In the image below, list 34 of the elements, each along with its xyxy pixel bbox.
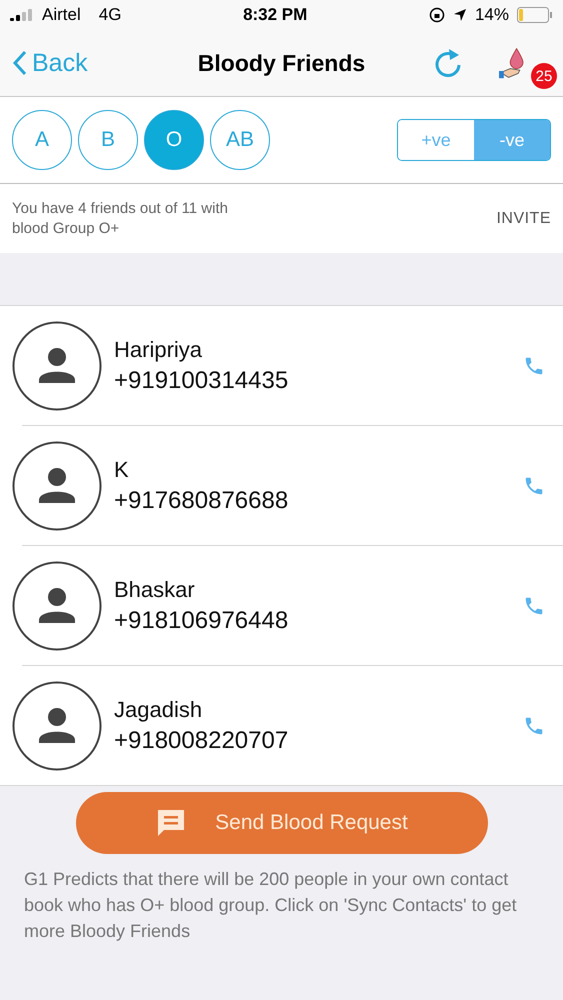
avatar-icon xyxy=(12,680,102,770)
back-button[interactable]: Back xyxy=(12,48,88,78)
blood-group-button[interactable]: AB xyxy=(210,110,270,170)
phone-number: +919100314435 xyxy=(114,366,288,394)
battery-icon xyxy=(516,7,553,23)
prediction-note: G1 Predicts that there will be 200 people in your own contact book who has O+ blood group. Click on 'Sync Contacts' to get more Bloody Friends xyxy=(24,868,518,943)
rh-factor-tab[interactable]: -ve xyxy=(474,120,550,160)
rotation-lock-icon xyxy=(428,7,445,23)
friend-name: Jagadish xyxy=(114,696,204,722)
clock: 8:32 PM xyxy=(243,5,308,25)
chevron-left-icon xyxy=(12,50,28,76)
friend-name: Bhaskar xyxy=(114,576,196,602)
blood-group-button[interactable]: O xyxy=(144,110,204,170)
battery-percentage: 14% xyxy=(474,5,509,25)
refresh-button[interactable] xyxy=(433,47,463,79)
friend-name: Haripriya xyxy=(114,336,204,362)
friend-name: K xyxy=(114,456,130,482)
phone-number: +918106976448 xyxy=(114,606,288,634)
notification-badge: 25 xyxy=(531,63,557,89)
phone-number: +917680876688 xyxy=(114,486,288,514)
signal-icon xyxy=(10,9,34,21)
send-request-button[interactable]: Send Blood Request xyxy=(76,792,488,854)
network-type: 4G xyxy=(98,5,122,25)
location-arrow-icon xyxy=(452,8,467,22)
avatar-icon xyxy=(12,320,102,410)
invite-button[interactable]: INVITE xyxy=(496,210,551,228)
blood-group-button[interactable]: B xyxy=(78,110,138,170)
avatar-icon xyxy=(12,440,102,530)
phone-number: +918008220707 xyxy=(114,726,288,754)
friends-summary: You have 4 friends out of 11 with blood Group O+ xyxy=(12,198,229,238)
screen-title: Bloody Friends xyxy=(198,50,366,76)
avatar-icon xyxy=(12,560,102,650)
carrier-name: Airtel xyxy=(42,5,81,25)
blood-group-button[interactable]: A xyxy=(12,110,72,170)
